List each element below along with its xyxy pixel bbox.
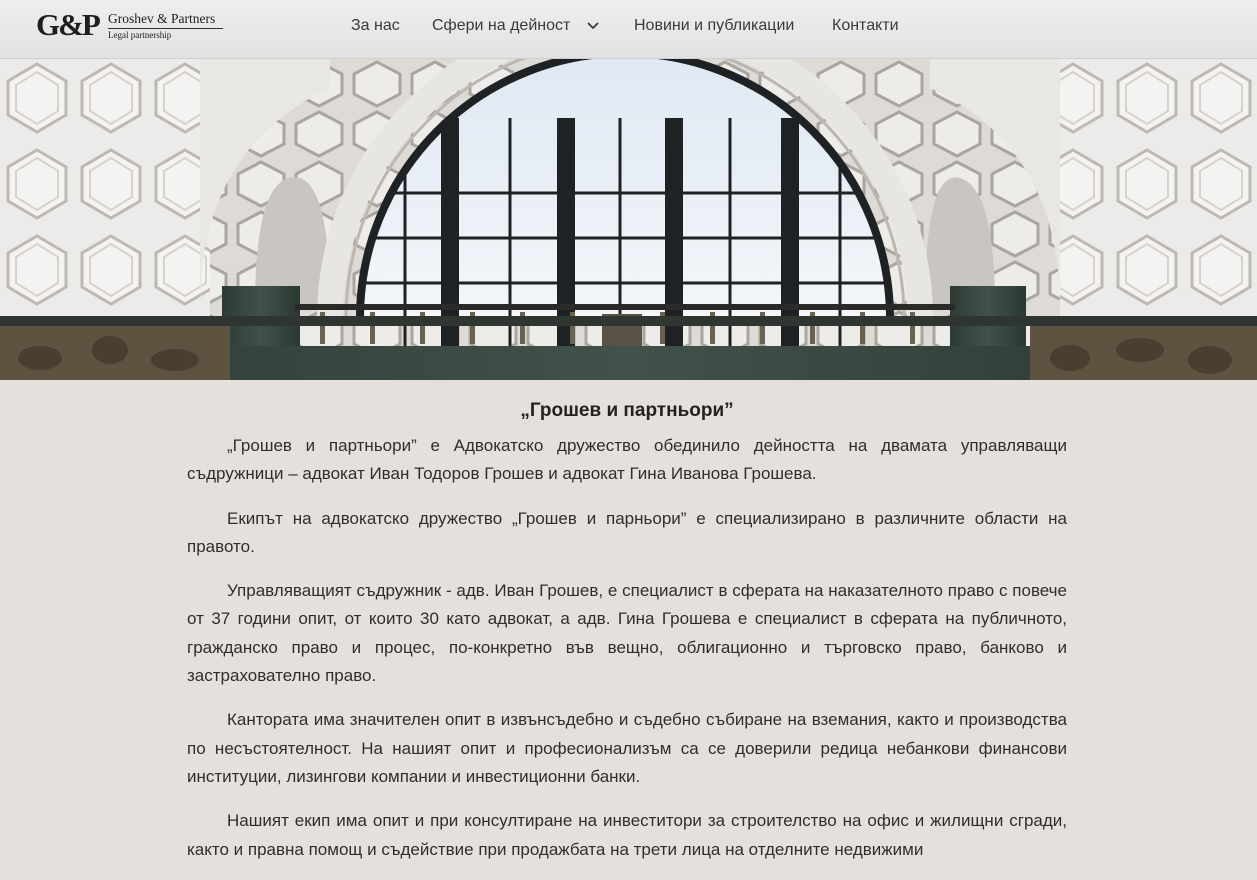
- nav-item-news[interactable]: Новини и публикации: [634, 17, 794, 35]
- logo-name: Groshev & Partners: [108, 11, 216, 26]
- paragraph-investors: Нашият екип има опит и при консултиране …: [187, 811, 1067, 859]
- logo[interactable]: G&P Groshev & Partners Legal partnership: [36, 8, 236, 48]
- nav-item-contacts[interactable]: Контакти: [832, 17, 899, 35]
- paragraph-intro: „Грошев и партньори” е Адвокатско дружес…: [187, 436, 1067, 484]
- paragraph-managing-partner: Управляващият съдружник - адв. Иван Грош…: [187, 581, 1067, 686]
- paragraph-experience: Кантората има значителен опит в извънсъд…: [187, 710, 1067, 786]
- page-title: „Грошев и партньори”: [520, 400, 734, 421]
- chevron-down-icon[interactable]: [586, 19, 600, 33]
- logo-divider: [108, 28, 223, 29]
- nav-item-about[interactable]: За нас: [351, 17, 400, 35]
- paragraph-team: Екипът на адвокатско дружество „Грошев и…: [187, 508, 1067, 556]
- logo-subtitle: Legal partnership: [108, 30, 172, 40]
- building-interior-photo: [0, 58, 1257, 380]
- main-content: „Грошев и партньори” „Грошев и партньори…: [187, 398, 1067, 880]
- site-header: G&P Groshev & Partners Legal partnership…: [0, 0, 1257, 59]
- nav-item-practice-areas-label: Сфери на дейност: [432, 17, 571, 34]
- hero-image: [0, 58, 1257, 380]
- logo-mark: G&P: [36, 7, 101, 42]
- nav-item-practice-areas[interactable]: Сфери на дейност: [432, 17, 599, 35]
